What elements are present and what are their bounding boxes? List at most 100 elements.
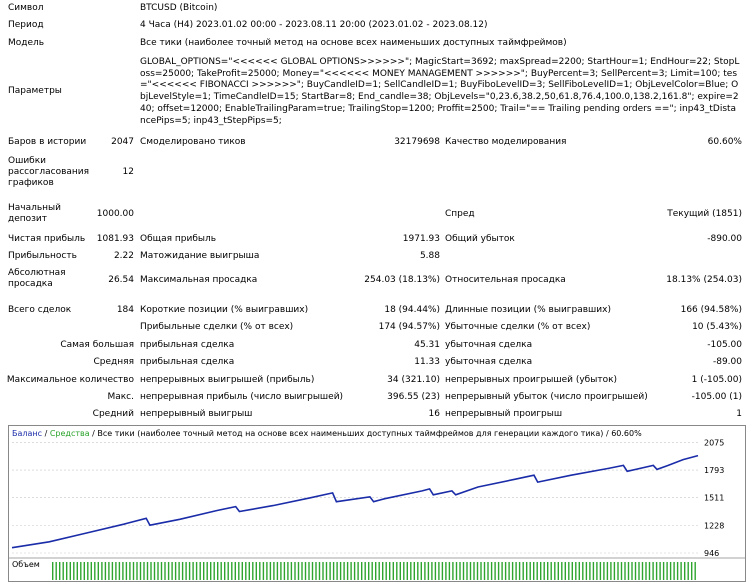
- volume-bar: [280, 562, 282, 580]
- y-tick-label-2: 1511: [704, 494, 724, 503]
- volume-bar: [504, 562, 507, 580]
- volume-bar: [329, 562, 331, 580]
- volume-bar: [248, 562, 250, 580]
- volume-bar: [262, 562, 265, 580]
- volume-bar: [308, 562, 310, 580]
- volume-bar: [413, 562, 415, 580]
- volume-bar: [304, 562, 307, 580]
- profit-trades-label: Прибыльные сделки (% от всех): [140, 322, 294, 332]
- avg-consec-losses-value: 1: [736, 409, 742, 419]
- volume-bar: [483, 562, 486, 580]
- volume-bar: [522, 562, 524, 580]
- volume-bar: [385, 562, 387, 580]
- volume-bar: [269, 562, 272, 580]
- volume-bar: [325, 562, 328, 580]
- volume-bar: [294, 562, 296, 580]
- average-label: Средняя: [93, 357, 134, 367]
- volume-bar: [596, 562, 598, 580]
- y-tick-label-4: 946: [704, 549, 719, 558]
- volume-bar: [624, 562, 626, 580]
- volume-bar: [181, 562, 184, 580]
- volume-bar: [378, 562, 380, 580]
- volume-bar: [336, 562, 338, 580]
- volume-bar: [617, 562, 619, 580]
- volume-bar: [469, 562, 472, 580]
- volume-bar: [203, 562, 205, 580]
- volume-bar: [634, 562, 637, 580]
- volume-bar: [417, 562, 419, 580]
- volume-bar: [252, 562, 254, 580]
- volume-bar: [684, 562, 686, 580]
- avg-consec-losses-label: непрерывный проигрыш: [445, 409, 563, 419]
- y-tick-label-1: 1793: [704, 466, 724, 475]
- volume-bar: [424, 562, 426, 580]
- balance-chart: 2075 1793 1511 1228 946 Баланс / Средства / …: [8, 425, 746, 582]
- volume-bar: [234, 562, 236, 580]
- quality-label: Качество моделирования: [445, 137, 567, 147]
- volume-bar: [297, 562, 300, 580]
- volume-bar: [311, 562, 314, 580]
- volume-bar: [375, 562, 377, 580]
- legend-separator-1: /: [42, 429, 50, 438]
- volume-bar: [480, 562, 482, 580]
- volume-bar: [445, 562, 447, 580]
- gross-loss-value: -890.00: [707, 234, 742, 244]
- spread-label: Спред: [445, 209, 475, 219]
- quality-value: 60.60%: [707, 137, 742, 147]
- long-pos-label: Длинные позиции (% выигравших): [445, 305, 611, 315]
- max-consec-label: Максимальное количество: [6, 375, 134, 385]
- volume-bar: [441, 562, 444, 580]
- largest-loss-label: убыточная сделка: [445, 340, 533, 350]
- volume-bar: [476, 562, 479, 580]
- loss-trades-label: Убыточные сделки (% от всех): [445, 322, 591, 332]
- volume-bar: [111, 562, 114, 580]
- volume-bar: [462, 562, 465, 580]
- net-profit-label: Чистая прибыль: [8, 234, 86, 244]
- volume-bar: [561, 562, 563, 580]
- volume-bar: [578, 562, 580, 580]
- volume-bar: [266, 562, 268, 580]
- volume-bar: [343, 562, 345, 580]
- volume-bar: [283, 562, 286, 580]
- volume-bar: [62, 562, 64, 580]
- volume-bar: [582, 562, 584, 580]
- volume-bar: [638, 562, 640, 580]
- volume-bar: [139, 562, 142, 580]
- volume-bar: [420, 562, 422, 580]
- long-pos-value: 166 (94.58%): [680, 305, 742, 315]
- volume-bar: [687, 562, 689, 580]
- volume-bar: [164, 562, 166, 580]
- bars-value: 2047: [111, 137, 134, 147]
- volume-bar: [589, 562, 591, 580]
- ticks-label: Смоделировано тиков: [140, 137, 246, 147]
- volume-bar: [585, 562, 588, 580]
- volume-bar: [669, 562, 672, 580]
- volume-bar: [680, 562, 682, 580]
- volume-bar: [547, 562, 549, 580]
- volume-bar: [631, 562, 633, 580]
- volume-bar: [645, 562, 647, 580]
- parameters-label: Параметры: [8, 86, 62, 96]
- volume-bar: [192, 562, 194, 580]
- volume-bar: [497, 562, 500, 580]
- volume-bar: [315, 562, 317, 580]
- legend-separator-3: /: [603, 429, 611, 438]
- volume-bar: [364, 562, 366, 580]
- largest-profit-value: 45.31: [414, 340, 440, 350]
- volume-bar: [568, 562, 570, 580]
- volume-bar: [536, 562, 538, 580]
- volume-bar: [599, 562, 602, 580]
- volume-bar: [129, 562, 131, 580]
- y-tick-label-3: 1228: [704, 521, 724, 530]
- volume-bar: [515, 562, 517, 580]
- volume-bar: [652, 562, 654, 580]
- net-profit-value: 1081.93: [96, 234, 134, 244]
- volume-bar: [150, 562, 152, 580]
- volume-bar: [490, 562, 493, 580]
- volume-bar: [76, 562, 78, 580]
- volume-bar: [332, 562, 335, 580]
- deposit-label: Начальный депозит: [8, 203, 62, 224]
- max-consec-money-label: Макс.: [107, 392, 134, 402]
- total-trades-label: Всего сделок: [8, 305, 72, 315]
- volume-bar: [125, 562, 128, 580]
